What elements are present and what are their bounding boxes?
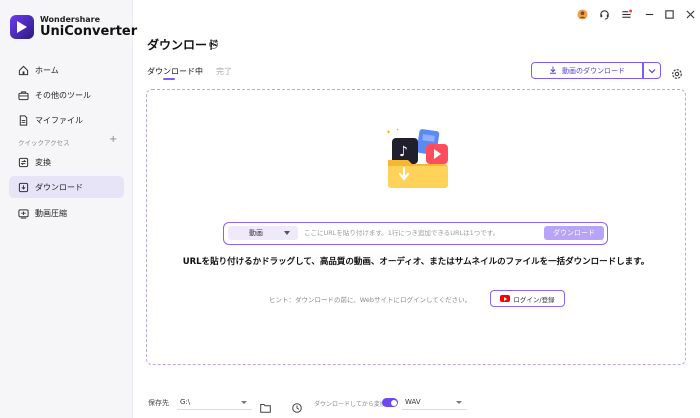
minimize-icon[interactable]	[643, 8, 655, 20]
url-input-bar: 動画 ダウンロード	[223, 222, 608, 245]
sidebar-item-label: その他のツール	[35, 90, 91, 100]
save-path-value: G:\	[180, 398, 191, 406]
sidebar-item-other-tools[interactable]: その他のツール	[9, 84, 124, 106]
svg-text:♪: ♪	[399, 144, 408, 160]
info-icon[interactable]: i	[209, 40, 218, 49]
gear-icon[interactable]	[671, 65, 683, 79]
file-icon	[18, 114, 29, 126]
youtube-icon	[500, 295, 511, 302]
compress-icon	[18, 208, 29, 219]
caret-down-icon	[241, 401, 247, 404]
url-download-button[interactable]: ダウンロード	[544, 226, 604, 240]
uniconverter-logo-icon	[10, 15, 34, 39]
sidebar-item-download[interactable]: ダウンロード	[9, 176, 124, 198]
instruction-message: URLを貼り付けるかドラッグして、高品質の動画、オーディオ、またはサムネイルのフ…	[182, 257, 650, 267]
download-icon	[18, 182, 29, 193]
output-format-value: WAV	[405, 398, 421, 406]
account-icon[interactable]	[576, 8, 588, 20]
sidebar-item-home[interactable]: ホーム	[9, 59, 124, 81]
save-path-select[interactable]: G:\	[177, 395, 252, 410]
sidebar: Wondershare UniConverter ホーム その他のツール マイフ…	[0, 0, 137, 418]
download-arrow-icon	[549, 66, 557, 76]
sidebar-item-compress[interactable]: 動画圧縮	[9, 202, 124, 224]
login-register-label: ログイン/登録	[513, 295, 555, 304]
sidebar-item-convert[interactable]: 変換	[9, 151, 124, 173]
download-illustration-icon: ✦ ✦ ♪	[382, 126, 456, 192]
clock-icon[interactable]	[292, 398, 302, 413]
output-format-select[interactable]: WAV	[402, 395, 467, 410]
media-type-select[interactable]: 動画	[228, 226, 298, 240]
add-quick-access-button[interactable]: +	[109, 134, 117, 145]
menu-icon[interactable]	[620, 8, 632, 20]
media-type-value: 動画	[249, 229, 263, 237]
sidebar-item-my-files[interactable]: マイファイル	[9, 109, 124, 131]
download-options-dropdown[interactable]	[643, 62, 661, 79]
save-location-label: 保存先	[148, 399, 169, 407]
quick-access-label: クイックアクセス	[18, 139, 70, 147]
download-video-label: 動画のダウンロード	[562, 66, 625, 75]
tab-completed[interactable]: 完了	[216, 66, 232, 77]
home-icon	[18, 65, 29, 76]
sidebar-item-label: ダウンロード	[35, 182, 83, 192]
login-hint: ヒント：ダウンロードの前に、Webサイトにログインしてください。	[269, 296, 472, 304]
tab-active-indicator	[163, 78, 175, 80]
convert-after-download-label: ダウンロードしてから変換	[314, 401, 386, 408]
sidebar-item-label: マイファイル	[35, 115, 83, 125]
app-logo: Wondershare UniConverter	[10, 15, 137, 39]
folder-icon[interactable]	[260, 398, 271, 413]
brand-name: Wondershare	[40, 15, 101, 24]
sidebar-item-label: ホーム	[35, 65, 59, 75]
toolbox-icon	[18, 90, 29, 101]
caret-down-icon	[284, 231, 290, 235]
close-icon[interactable]	[684, 8, 696, 20]
convert-after-download-toggle[interactable]	[382, 398, 398, 407]
support-icon[interactable]	[598, 8, 610, 20]
download-video-button[interactable]: 動画のダウンロード	[531, 62, 643, 79]
sidebar-item-label: 動画圧縮	[35, 208, 67, 218]
tab-downloading[interactable]: ダウンロード中	[147, 66, 203, 77]
app-name: UniConverter	[40, 24, 138, 39]
sidebar-item-label: 変換	[35, 157, 51, 167]
maximize-icon[interactable]	[663, 8, 675, 20]
svg-text:✦: ✦	[396, 127, 400, 132]
convert-icon	[18, 157, 29, 168]
svg-text:✦: ✦	[386, 129, 391, 136]
caret-down-icon	[456, 401, 462, 404]
login-register-button[interactable]: ログイン/登録	[490, 290, 565, 307]
chevron-down-icon	[648, 68, 656, 73]
url-input[interactable]	[304, 226, 542, 240]
